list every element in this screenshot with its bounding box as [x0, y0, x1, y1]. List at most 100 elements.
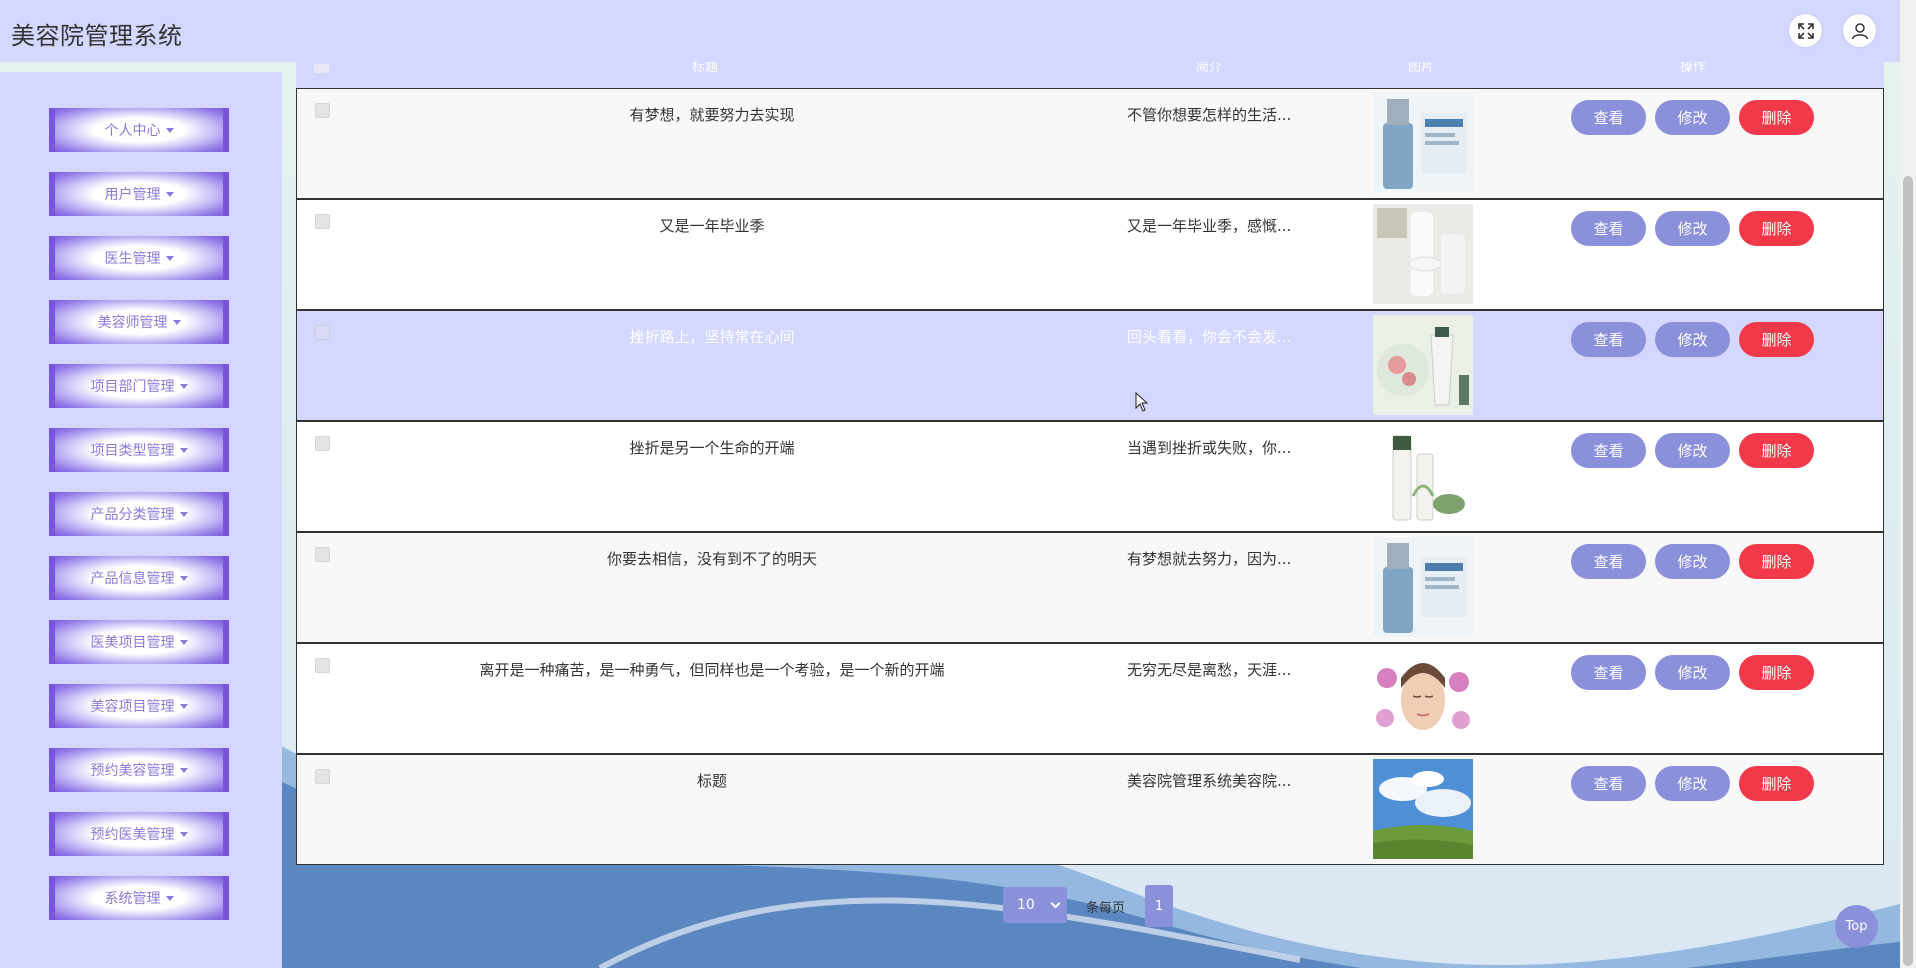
- sidebar: 个人中心 用户管理 医生管理 美容师管理 项目部门管理 项目类型管理 产品分类管…: [0, 72, 282, 968]
- edit-button[interactable]: 修改: [1655, 211, 1730, 246]
- table-row[interactable]: 挫折路上，坚持常在心间 回头看看，你会不会发... 查看 修改 删除: [296, 310, 1884, 421]
- table-header: 标题 简介 图片 操作: [296, 62, 1884, 88]
- row-intro: 不管你想要怎样的生活...: [1127, 106, 1292, 124]
- edit-button[interactable]: 修改: [1655, 544, 1730, 579]
- view-button[interactable]: 查看: [1571, 433, 1646, 468]
- sidebar-item-personal-center[interactable]: 个人中心: [49, 108, 229, 152]
- edit-button[interactable]: 修改: [1655, 655, 1730, 690]
- delete-button[interactable]: 删除: [1739, 766, 1814, 801]
- row-image-sky-meadow: [1373, 759, 1473, 859]
- caret-down-icon: [179, 575, 188, 581]
- view-button[interactable]: 查看: [1571, 766, 1646, 801]
- row-title: 离开是一种痛苦，是一种勇气，但同样也是一个考验，是一个新的开端: [479, 661, 945, 679]
- row-checkbox[interactable]: [315, 436, 330, 451]
- row-title: 有梦想，就要努力去实现: [629, 106, 795, 124]
- delete-button[interactable]: 删除: [1739, 100, 1814, 135]
- sidebar-item-project-departments[interactable]: 项目部门管理: [49, 364, 229, 408]
- table-row[interactable]: 挫折是另一个生命的开端 当遇到挫折或失败，你... 查看 修改 删除: [296, 421, 1884, 532]
- sidebar-item-system[interactable]: 系统管理: [49, 876, 229, 920]
- app-title: 美容院管理系统: [11, 22, 183, 50]
- row-title: 挫折路上，坚持常在心间: [629, 328, 795, 346]
- table-row[interactable]: 离开是一种痛苦，是一种勇气，但同样也是一个考验，是一个新的开端 无穷无尽是离愁，…: [296, 643, 1884, 754]
- caret-down-icon: [179, 767, 188, 773]
- edit-button[interactable]: 修改: [1655, 766, 1730, 801]
- row-intro: 回头看看，你会不会发...: [1127, 328, 1292, 346]
- edit-button[interactable]: 修改: [1655, 322, 1730, 357]
- row-intro: 无穷无尽是离愁，天涯...: [1127, 661, 1292, 679]
- row-checkbox[interactable]: [315, 214, 330, 229]
- sidebar-item-label: 医美项目管理: [90, 635, 175, 651]
- top-header: 美容院管理系统: [0, 0, 1900, 62]
- select-all-checkbox[interactable]: [314, 64, 329, 73]
- column-header-actions: 操作: [1680, 62, 1707, 74]
- sidebar-item-doctors[interactable]: 医生管理: [49, 236, 229, 280]
- sidebar-item-label: 预约医美管理: [90, 827, 175, 843]
- row-intro: 美容院管理系统美容院...: [1127, 772, 1292, 790]
- page-number-button[interactable]: 1: [1145, 885, 1173, 927]
- row-intro: 有梦想就去努力，因为...: [1127, 550, 1292, 568]
- delete-button[interactable]: 删除: [1739, 322, 1814, 357]
- row-checkbox[interactable]: [315, 103, 330, 118]
- caret-down-icon: [179, 511, 188, 517]
- caret-down-icon: [165, 191, 174, 197]
- edit-button[interactable]: 修改: [1655, 100, 1730, 135]
- table-row[interactable]: 又是一年毕业季 又是一年毕业季，感慨... 查看 修改 删除: [296, 199, 1884, 310]
- caret-down-icon: [179, 831, 188, 837]
- row-checkbox[interactable]: [315, 325, 330, 340]
- table-row[interactable]: 你要去相信，没有到不了的明天 有梦想就去努力，因为... 查看 修改 删除: [296, 532, 1884, 643]
- row-title: 标题: [696, 772, 727, 790]
- sidebar-item-medical-beauty-projects[interactable]: 医美项目管理: [49, 620, 229, 664]
- view-button[interactable]: 查看: [1571, 544, 1646, 579]
- sidebar-item-label: 医生管理: [104, 251, 161, 267]
- caret-down-icon: [172, 319, 181, 325]
- sidebar-item-label: 项目类型管理: [90, 443, 175, 459]
- delete-button[interactable]: 删除: [1739, 655, 1814, 690]
- view-button[interactable]: 查看: [1571, 100, 1646, 135]
- edit-button[interactable]: 修改: [1655, 433, 1730, 468]
- table-row[interactable]: 有梦想，就要努力去实现 不管你想要怎样的生活... 查看 修改 删除: [296, 88, 1884, 199]
- delete-button[interactable]: 删除: [1739, 211, 1814, 246]
- sidebar-item-product-info[interactable]: 产品信息管理: [49, 556, 229, 600]
- sidebar-item-beauticians[interactable]: 美容师管理: [49, 300, 229, 344]
- sidebar-item-label: 系统管理: [104, 891, 161, 907]
- caret-down-icon: [165, 255, 174, 261]
- delete-button[interactable]: 删除: [1739, 433, 1814, 468]
- row-checkbox[interactable]: [315, 547, 330, 562]
- row-title: 挫折是另一个生命的开端: [629, 439, 795, 457]
- sidebar-item-label: 美容师管理: [97, 315, 168, 331]
- back-to-top-button[interactable]: Top: [1835, 905, 1878, 948]
- row-intro: 当遇到挫折或失败，你...: [1127, 439, 1292, 457]
- fullscreen-button[interactable]: [1789, 14, 1822, 47]
- view-button[interactable]: 查看: [1571, 211, 1646, 246]
- caret-down-icon: [165, 895, 174, 901]
- row-checkbox[interactable]: [315, 769, 330, 784]
- sidebar-item-medical-appointments[interactable]: 预约医美管理: [49, 812, 229, 856]
- sidebar-item-beauty-appointments[interactable]: 预约美容管理: [49, 748, 229, 792]
- page-size-select[interactable]: 10: [1003, 887, 1067, 923]
- page-size-value: 10: [1017, 897, 1035, 913]
- caret-down-icon: [165, 127, 174, 133]
- row-image-cosmetics: [1373, 204, 1473, 304]
- sidebar-item-users[interactable]: 用户管理: [49, 172, 229, 216]
- user-menu-button[interactable]: [1843, 14, 1876, 47]
- sidebar-item-label: 项目部门管理: [90, 379, 175, 395]
- row-image-cream: [1373, 315, 1473, 415]
- sidebar-item-project-types[interactable]: 项目类型管理: [49, 428, 229, 472]
- sidebar-item-product-categories[interactable]: 产品分类管理: [49, 492, 229, 536]
- sidebar-item-beauty-projects[interactable]: 美容项目管理: [49, 684, 229, 728]
- sidebar-item-label: 个人中心: [104, 123, 161, 139]
- caret-down-icon: [179, 703, 188, 709]
- view-button[interactable]: 查看: [1571, 655, 1646, 690]
- sidebar-item-label: 用户管理: [104, 187, 161, 203]
- delete-button[interactable]: 删除: [1739, 544, 1814, 579]
- row-title: 你要去相信，没有到不了的明天: [606, 550, 817, 568]
- row-image-serum: [1373, 537, 1473, 637]
- page-scrollbar-thumb[interactable]: [1903, 176, 1913, 966]
- table-row[interactable]: 标题 美容院管理系统美容院... 查看 修改 删除: [296, 754, 1884, 865]
- row-title: 又是一年毕业季: [659, 217, 765, 235]
- sidebar-item-label: 产品分类管理: [90, 507, 175, 523]
- per-page-label: 条每页: [1086, 901, 1126, 916]
- row-checkbox[interactable]: [315, 658, 330, 673]
- view-button[interactable]: 查看: [1571, 322, 1646, 357]
- sidebar-item-label: 预约美容管理: [90, 763, 175, 779]
